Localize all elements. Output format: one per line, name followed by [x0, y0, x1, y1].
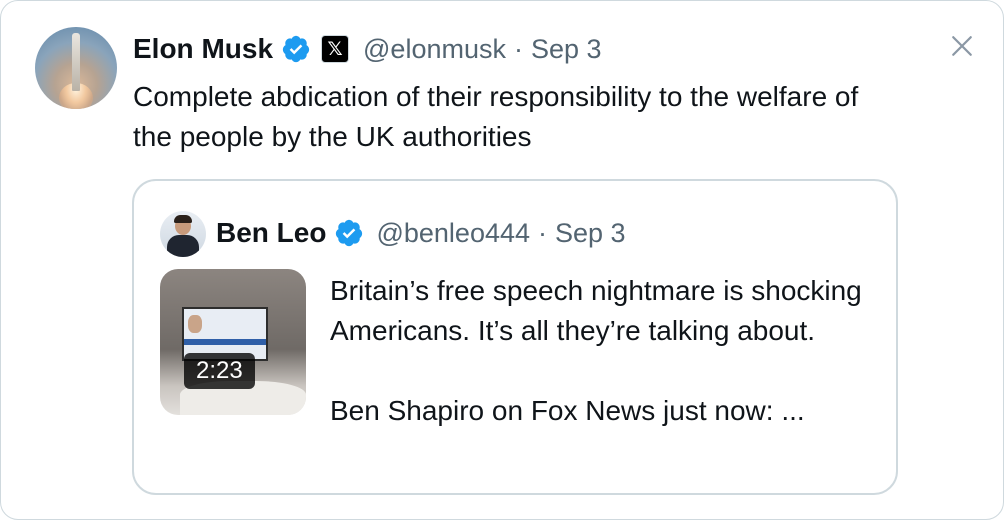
- header-separator: ·: [513, 33, 523, 64]
- quoted-tweet-date[interactable]: Sep 3: [555, 218, 626, 249]
- video-thumbnail[interactable]: 2:23: [160, 269, 306, 415]
- quoted-author-name[interactable]: Ben Leo: [216, 217, 326, 249]
- tweet-text: Complete abdication of their responsibil…: [133, 81, 859, 152]
- quoted-author-avatar[interactable]: [160, 211, 206, 257]
- author-name[interactable]: Elon Musk: [133, 33, 273, 65]
- tweet-header: Elon Musk 𝕏 @elonmusk · Sep 3: [133, 29, 602, 69]
- close-icon[interactable]: [947, 31, 977, 61]
- tweet-date[interactable]: Sep 3: [531, 34, 602, 65]
- verified-badge-icon: [336, 219, 363, 247]
- video-duration: 2:23: [184, 353, 255, 389]
- author-avatar[interactable]: [35, 27, 117, 109]
- quoted-header-separator: ·: [538, 217, 548, 248]
- x-affiliate-badge-icon: 𝕏: [321, 35, 350, 63]
- quoted-tweet[interactable]: Ben Leo @benleo444 · Sep 3 2:23 Britain’…: [132, 179, 898, 495]
- quoted-tweet-text: Britain’s free speech nightmare is shock…: [330, 271, 870, 431]
- quoted-tweet-text-line2: Ben Shapiro on Fox News just now: ...: [330, 395, 805, 426]
- quoted-tweet-header: Ben Leo @benleo444 · Sep 3: [216, 211, 626, 255]
- quoted-tweet-text-line1: Britain’s free speech nightmare is shock…: [330, 275, 862, 346]
- author-handle[interactable]: @elonmusk: [363, 34, 506, 65]
- tweet-card[interactable]: Elon Musk 𝕏 @elonmusk · Sep 3 Complete a…: [0, 0, 1004, 520]
- verified-badge-icon: [282, 35, 310, 63]
- quoted-author-handle[interactable]: @benleo444: [376, 218, 530, 249]
